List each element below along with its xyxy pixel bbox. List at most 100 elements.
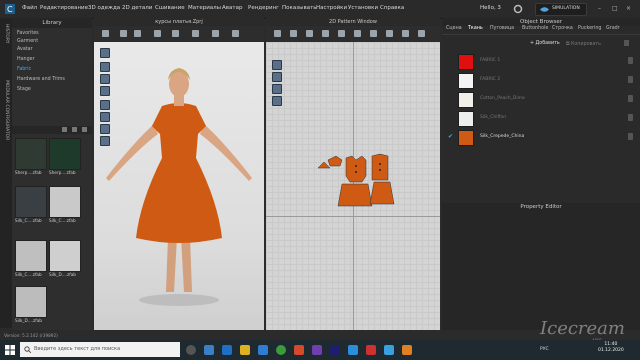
minimize-icon[interactable]: – [598, 5, 601, 12]
edit-texture-icon[interactable] [402, 30, 409, 37]
tray-language[interactable]: РУС [540, 347, 549, 352]
tab-puckering[interactable]: Puckering [578, 26, 601, 31]
sewing-view-icon[interactable] [272, 72, 282, 82]
tack-tool-icon[interactable] [192, 30, 199, 37]
app-icon-1[interactable] [294, 345, 304, 355]
trash-icon[interactable] [628, 76, 633, 83]
explorer-icon[interactable] [240, 345, 250, 355]
tab-fabric[interactable]: Ткань [468, 26, 483, 31]
brush-tool-icon[interactable] [232, 30, 239, 37]
fabric-thumbnail[interactable] [49, 138, 81, 170]
tab-button[interactable]: Пуговица [490, 26, 514, 31]
menu-sewing[interactable]: Сшивание [155, 5, 185, 11]
pattern-view-icon[interactable] [272, 60, 282, 70]
transform-pattern-icon[interactable] [274, 30, 281, 37]
cortana-icon[interactable] [186, 345, 196, 355]
app-icon-5[interactable] [402, 345, 412, 355]
fabric-list-item[interactable]: ✔ Silk_Crepede_China [448, 130, 633, 146]
move-tool-icon[interactable] [120, 30, 127, 37]
trash-icon[interactable] [628, 133, 633, 140]
polygon-icon[interactable] [306, 30, 313, 37]
segment-sewing-icon[interactable] [370, 30, 377, 37]
select-tool-icon[interactable] [102, 30, 109, 37]
edge-icon[interactable] [222, 345, 232, 355]
menu-render[interactable]: Рендеринг [248, 5, 279, 11]
app-icon-3[interactable] [366, 345, 376, 355]
menu-preferences[interactable]: Установки [348, 5, 378, 11]
app-icon-2[interactable] [312, 345, 322, 355]
trash-icon[interactable] [628, 57, 633, 64]
fabric-swatch[interactable] [458, 92, 474, 108]
library-item-hanger[interactable]: Hanger [17, 57, 35, 62]
copy-fabric-button[interactable]: ⧉ Копировать [566, 41, 601, 47]
pattern-pieces[interactable] [316, 152, 406, 212]
free-sewing-icon[interactable] [386, 30, 393, 37]
clock[interactable]: 11:40 01.12.2020 [598, 342, 624, 354]
fabric-thumbnail[interactable] [15, 186, 47, 218]
windows-start-icon[interactable] [5, 345, 15, 355]
fabric-thumbnail[interactable] [49, 186, 81, 218]
menu-file[interactable]: Файл [22, 5, 37, 11]
seam-allowance-icon[interactable] [354, 30, 361, 37]
menu-materials[interactable]: Материалы [188, 5, 221, 11]
store-icon[interactable] [258, 345, 268, 355]
menu-2d-pattern[interactable]: 2D детали [122, 5, 152, 11]
menu-avatar[interactable]: Аватар [222, 5, 242, 11]
chrome-icon[interactable] [276, 345, 286, 355]
tab-buttonhole[interactable]: Buttonhole [522, 26, 548, 31]
library-item-favorites[interactable]: Favorites [17, 31, 39, 36]
fabric-list-item[interactable]: Cotton_Peach_Dima [458, 92, 633, 108]
viewport-2d[interactable] [266, 42, 440, 330]
library-item-garment[interactable]: Garment [17, 39, 38, 44]
gear-icon[interactable] [512, 4, 524, 14]
task-view-icon[interactable] [204, 345, 214, 355]
clo3d-icon[interactable] [348, 345, 358, 355]
close-icon[interactable]: × [626, 5, 631, 12]
topstitch-icon[interactable] [418, 30, 425, 37]
fabric-thumbnail[interactable] [15, 240, 47, 272]
grain-view-icon[interactable] [272, 96, 282, 106]
history-tab[interactable]: HISTORY [4, 24, 9, 43]
tab-grading[interactable]: Gradr [606, 26, 620, 31]
measure-tool-icon[interactable] [172, 30, 179, 37]
add-fabric-button[interactable]: + Добавить [530, 41, 560, 46]
fabric-thumbnail[interactable] [15, 286, 47, 318]
rectangle-icon[interactable] [322, 30, 329, 37]
tab-scene[interactable]: Сцена [446, 26, 462, 31]
steam-tool-icon[interactable] [212, 30, 219, 37]
user-greeting[interactable]: Hello, 3 [480, 5, 501, 11]
trash-icon[interactable] [628, 114, 633, 121]
trash-icon[interactable] [628, 95, 633, 102]
maximize-icon[interactable]: □ [612, 5, 618, 12]
app-icon-4[interactable] [384, 345, 394, 355]
fabric-swatch[interactable] [458, 111, 474, 127]
fabric-list-item[interactable]: Silk_Chiffon [458, 111, 633, 127]
library-item-hardware[interactable]: Hardware and Trims [17, 77, 65, 82]
modular-configurator-tab[interactable]: MODULAR CONFIGURATOR [4, 80, 9, 140]
fabric-swatch[interactable] [458, 73, 474, 89]
viewport-3d[interactable] [94, 42, 264, 330]
menu-display[interactable]: Показывать [282, 5, 317, 11]
simulation-button[interactable]: SIMULATION [535, 3, 587, 16]
menu-3d-garment[interactable]: 3D одежда [88, 5, 120, 11]
delete-unused-icon[interactable] [624, 40, 629, 46]
fabric-swatch[interactable] [458, 130, 474, 146]
menu-settings[interactable]: Настройки [316, 5, 347, 11]
list-view-icon[interactable] [62, 127, 67, 132]
fabric-thumbnail[interactable] [49, 240, 81, 272]
fold-tool-icon[interactable] [154, 30, 161, 37]
tab-topstitch[interactable]: Строчка [552, 26, 573, 31]
fabric-swatch[interactable] [458, 54, 474, 70]
texture-view-icon[interactable] [272, 84, 282, 94]
fabric-list-item[interactable]: FABRIC 2 [458, 73, 633, 89]
library-item-stage[interactable]: Stage [17, 87, 31, 92]
fabric-list-item[interactable]: FABRIC 1 [458, 54, 633, 70]
menu-edit[interactable]: Редактирование [40, 5, 88, 11]
library-item-fabric[interactable]: Fabric [17, 67, 31, 72]
library-item-avatar[interactable]: Avatar [17, 47, 33, 52]
photoshop-icon[interactable] [330, 345, 340, 355]
menu-help[interactable]: Справка [380, 5, 404, 11]
internal-line-icon[interactable] [338, 30, 345, 37]
thumbnail-view-icon[interactable] [82, 127, 87, 132]
fabric-thumbnail[interactable] [15, 138, 47, 170]
